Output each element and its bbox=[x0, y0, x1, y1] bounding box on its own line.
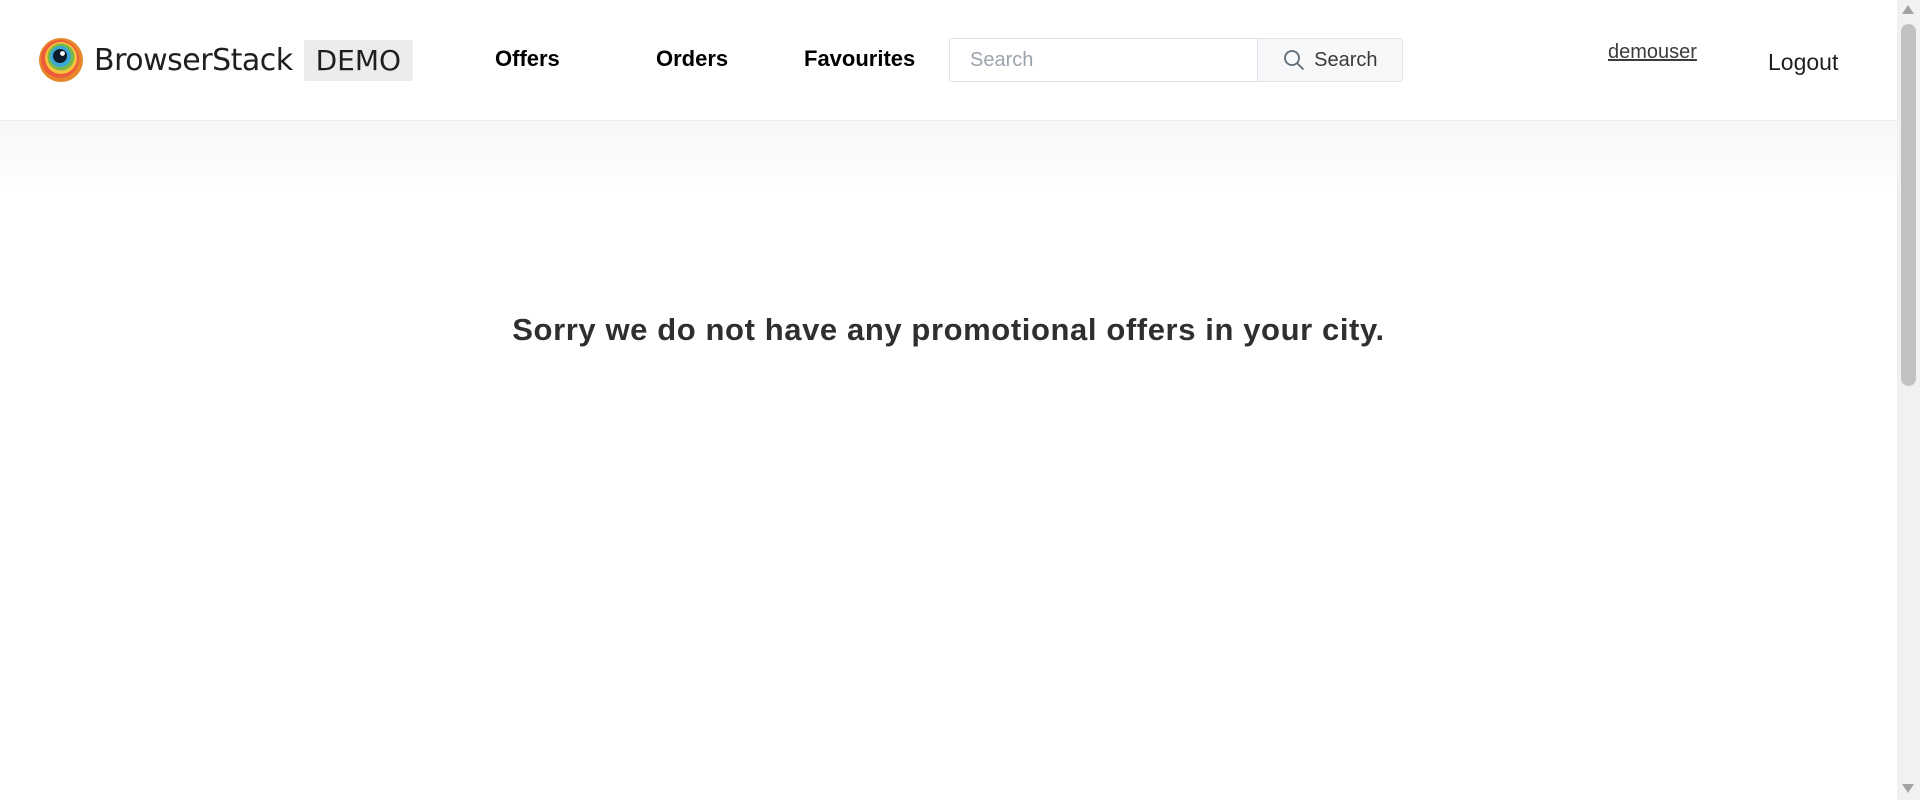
browserstack-logo-icon bbox=[39, 38, 83, 82]
logout-link[interactable]: Logout bbox=[1768, 49, 1838, 76]
search-icon bbox=[1284, 50, 1305, 70]
page: BrowserStack DEMO Offers Orders Favourit… bbox=[0, 0, 1920, 800]
search-button[interactable]: Search bbox=[1256, 39, 1402, 81]
scroll-down-arrow-icon[interactable] bbox=[1902, 784, 1914, 793]
username-link[interactable]: demouser bbox=[1608, 41, 1697, 64]
search-input[interactable] bbox=[950, 39, 1257, 81]
nav-favourites-link[interactable]: Favourites bbox=[804, 46, 915, 72]
nav-orders-link[interactable]: Orders bbox=[656, 46, 728, 72]
search-button-label: Search bbox=[1314, 48, 1378, 71]
scrollbar-thumb[interactable] bbox=[1901, 24, 1916, 386]
scroll-up-arrow-icon[interactable] bbox=[1902, 5, 1914, 14]
brand-demo-badge: DEMO bbox=[303, 39, 414, 81]
brand-home-link[interactable]: BrowserStack DEMO bbox=[38, 35, 414, 85]
vertical-scrollbar[interactable] bbox=[1897, 0, 1920, 800]
top-navbar: BrowserStack DEMO Offers Orders Favourit… bbox=[0, 0, 1897, 121]
search-bar: Search bbox=[949, 38, 1403, 82]
header-shadow-band bbox=[0, 121, 1897, 191]
no-offers-message: Sorry we do not have any promotional off… bbox=[512, 312, 1385, 347]
brand-name: BrowserStack bbox=[94, 42, 293, 78]
nav-offers-link[interactable]: Offers bbox=[495, 46, 560, 72]
